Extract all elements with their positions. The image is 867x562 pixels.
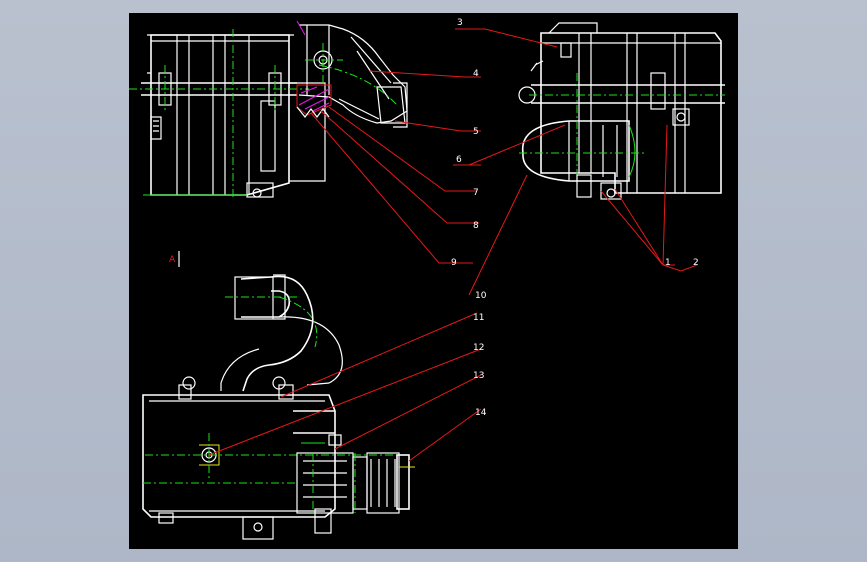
callout-14: 14 xyxy=(475,408,487,418)
callout-5: 5 xyxy=(473,127,479,137)
callout-2: 2 xyxy=(693,258,699,268)
leader-lines xyxy=(208,28,698,462)
callout-4: 4 xyxy=(473,69,479,79)
callout-13: 13 xyxy=(473,371,484,381)
side-view xyxy=(518,22,725,200)
front-view xyxy=(129,20,408,199)
callout-9: 9 xyxy=(451,258,457,268)
callout-8: 8 xyxy=(473,221,479,231)
view-label: A xyxy=(169,255,176,265)
assembly-drawing: 3 4 5 6 7 8 9 10 1 2 11 12 13 14 A xyxy=(129,18,725,540)
callout-10: 10 xyxy=(475,291,487,301)
callout-12: 12 xyxy=(473,343,484,353)
callout-11: 11 xyxy=(473,313,484,323)
callout-7: 7 xyxy=(473,188,479,198)
drawing-canvas[interactable]: 3 4 5 6 7 8 9 10 1 2 11 12 13 14 A xyxy=(129,13,738,549)
cad-viewport: 3 4 5 6 7 8 9 10 1 2 11 12 13 14 A xyxy=(0,0,867,562)
callout-6: 6 xyxy=(456,155,462,165)
callout-3: 3 xyxy=(457,18,463,28)
callout-1: 1 xyxy=(665,258,671,268)
bottom-view xyxy=(142,274,415,540)
